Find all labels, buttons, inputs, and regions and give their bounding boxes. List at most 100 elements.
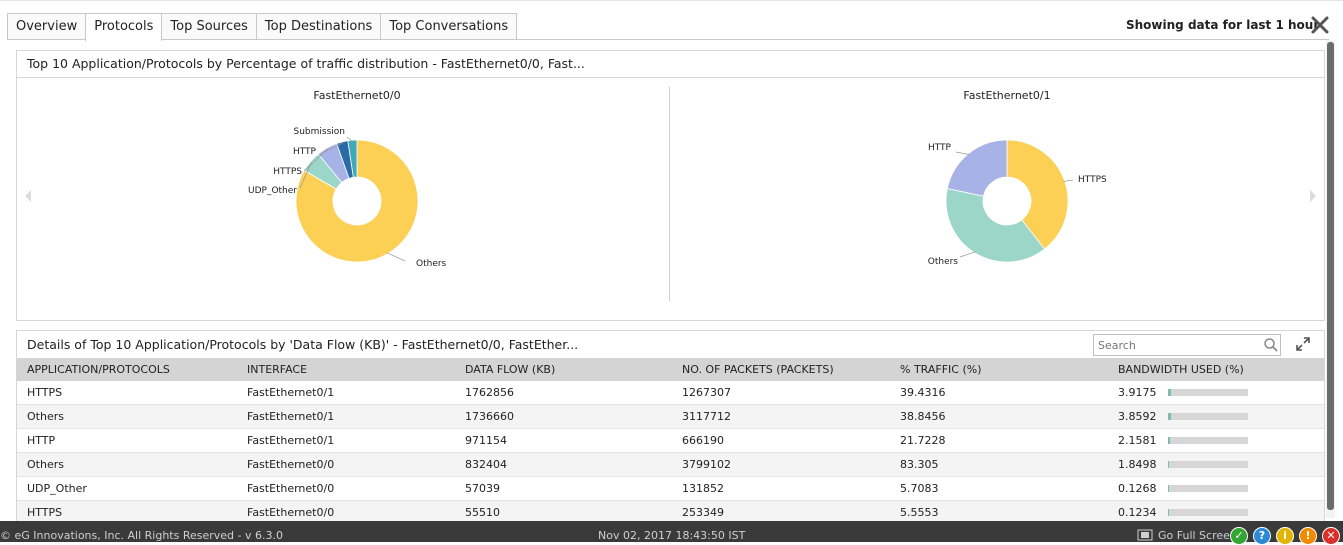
search-icon[interactable] [1263, 337, 1279, 353]
fullscreen-icon[interactable] [1137, 529, 1153, 541]
table-row[interactable]: Others FastEthernet0/0 832404 3799102 83.305… [17, 452, 1324, 477]
chart-title: FastEthernet0/0 [313, 89, 400, 102]
go-full-screen-link[interactable]: Go Full Screen [1158, 529, 1237, 542]
column-header-traffic[interactable]: % TRAFFIC (%) [890, 358, 1108, 381]
tab-protocols[interactable]: Protocols [85, 13, 163, 41]
cell-traffic: 83.305 [890, 452, 1108, 477]
bandwidth-bar [1168, 485, 1248, 492]
close-icon[interactable] [1310, 15, 1330, 35]
bandwidth-value: 3.9175 [1118, 386, 1157, 399]
cell-interface: FastEthernet0/0 [237, 476, 455, 501]
copyright-text: © eG Innovations, Inc. All Rights Reserv… [0, 529, 283, 542]
cell-interface: FastEthernet0/1 [237, 428, 455, 453]
expand-icon[interactable] [1295, 336, 1311, 352]
cell-app: UDP_Other [17, 476, 237, 501]
slice-leader-line [386, 252, 406, 262]
pie-slice-http[interactable] [946, 139, 1008, 197]
cell-bandwidth: 3.8592 [1108, 404, 1324, 429]
bandwidth-bar-fill [1168, 509, 1169, 516]
tab-top-sources[interactable]: Top Sources [161, 13, 257, 40]
slice-leader-line [955, 151, 970, 155]
help-status-icon[interactable]: ? [1253, 527, 1271, 545]
cell-data-flow: 1736660 [455, 404, 672, 429]
table-header-row: APPLICATION/PROTOCOLS INTERFACE DATA FLO… [17, 358, 1324, 381]
slice-label: UDP_Other [248, 186, 297, 196]
bandwidth-value: 2.1581 [1118, 434, 1157, 447]
bandwidth-bar [1168, 509, 1248, 516]
cell-data-flow: 55510 [455, 500, 672, 521]
cell-bandwidth: 0.1234 [1108, 500, 1324, 521]
chart-panel-title: Top 10 Application/Protocols by Percenta… [27, 56, 585, 71]
warning-status-icon[interactable]: ! [1299, 527, 1317, 545]
cell-packets: 253349 [672, 500, 890, 521]
cell-traffic: 21.7228 [890, 428, 1108, 453]
cell-app: HTTPS [17, 381, 237, 405]
slice-label: HTTPS [273, 167, 302, 177]
search-box [1093, 334, 1281, 356]
details-panel-title: Details of Top 10 Application/Protocols … [27, 337, 579, 352]
ok-status-icon[interactable]: ✓ [1230, 527, 1248, 545]
cell-traffic: 5.5553 [890, 500, 1108, 521]
cell-packets: 3799102 [672, 452, 890, 477]
tab-baseline [7, 39, 1329, 40]
table-row[interactable]: HTTPS FastEthernet0/0 55510 253349 5.5553 0.1… [17, 500, 1324, 521]
column-header-app[interactable]: APPLICATION/PROTOCOLS [17, 358, 237, 381]
cell-bandwidth: 1.8498 [1108, 452, 1324, 477]
chart-panel: Top 10 Application/Protocols by Percenta… [16, 50, 1325, 321]
prev-chart-arrow-icon[interactable] [23, 189, 33, 203]
chart-divider [669, 87, 670, 301]
pie-chart-fastethernet0-0: FastEthernet0/0 Others UDP_Other HTTPS HTTP S… [248, 89, 447, 269]
table-row[interactable]: HTTP FastEthernet0/1 971154 666190 21.7228 2.… [17, 428, 1324, 453]
cell-packets: 1267307 [672, 381, 890, 405]
column-header-packets[interactable]: NO. OF PACKETS (PACKETS) [672, 358, 890, 381]
bandwidth-bar [1168, 437, 1248, 444]
bandwidth-value: 1.8498 [1118, 458, 1157, 471]
bandwidth-value: 0.1268 [1118, 482, 1157, 495]
cell-app: HTTPS [17, 500, 237, 521]
cell-bandwidth: 0.1268 [1108, 476, 1324, 501]
next-chart-arrow-icon[interactable] [1308, 189, 1318, 203]
cell-interface: FastEthernet0/1 [237, 404, 455, 429]
cell-interface: FastEthernet0/0 [237, 452, 455, 477]
search-input[interactable] [1098, 337, 1258, 353]
cell-interface: FastEthernet0/1 [237, 381, 455, 405]
table-row[interactable]: UDP_Other FastEthernet0/0 57039 131852 5.708… [17, 476, 1324, 501]
bandwidth-bar-fill [1168, 413, 1171, 420]
details-panel: Details of Top 10 Application/Protocols … [16, 330, 1325, 522]
info-status-icon[interactable]: i [1276, 527, 1294, 545]
cell-packets: 131852 [672, 476, 890, 501]
bandwidth-value: 3.8592 [1118, 410, 1157, 423]
table-row[interactable]: Others FastEthernet0/1 1736660 3117712 38.84… [17, 404, 1324, 429]
column-header-bandwidth[interactable]: BANDWIDTH USED (%) [1108, 358, 1324, 381]
protocols-table: APPLICATION/PROTOCOLS INTERFACE DATA FLO… [17, 358, 1324, 521]
top-border [0, 0, 1343, 1]
chart-title: FastEthernet0/1 [963, 89, 1050, 102]
slice-label: HTTPS [1078, 175, 1107, 185]
column-header-data-flow[interactable]: DATA FLOW (KB) [455, 358, 672, 381]
cell-data-flow: 971154 [455, 428, 672, 453]
table-row[interactable]: HTTPS FastEthernet0/1 1762856 1267307 39.431… [17, 381, 1324, 405]
bandwidth-value: 0.1234 [1118, 506, 1157, 519]
bandwidth-bar [1168, 413, 1248, 420]
cell-app: HTTP [17, 428, 237, 453]
bandwidth-bar [1168, 461, 1248, 468]
slice-label: Submission [294, 127, 346, 137]
tab-top-destinations[interactable]: Top Destinations [255, 13, 382, 40]
bandwidth-bar [1168, 389, 1248, 396]
footer-bar: © eG Innovations, Inc. All Rights Reserv… [0, 521, 1343, 545]
cell-traffic: 5.7083 [890, 476, 1108, 501]
slice-label: HTTP [293, 147, 317, 157]
bandwidth-bar-fill [1168, 485, 1169, 492]
scrollbar-thumb[interactable] [1327, 42, 1334, 510]
cell-bandwidth: 3.9175 [1108, 381, 1324, 405]
cell-traffic: 39.4316 [890, 381, 1108, 405]
tab-bar: Overview Protocols Top Sources Top Desti… [7, 13, 518, 41]
critical-status-icon[interactable]: ✕ [1322, 527, 1340, 545]
slice-leader-line [959, 251, 976, 258]
tab-top-conversations[interactable]: Top Conversations [380, 13, 518, 40]
bandwidth-bar-fill [1168, 461, 1169, 468]
cell-packets: 666190 [672, 428, 890, 453]
column-header-interface[interactable]: INTERFACE [237, 358, 455, 381]
tab-overview[interactable]: Overview [7, 13, 87, 40]
cell-packets: 3117712 [672, 404, 890, 429]
